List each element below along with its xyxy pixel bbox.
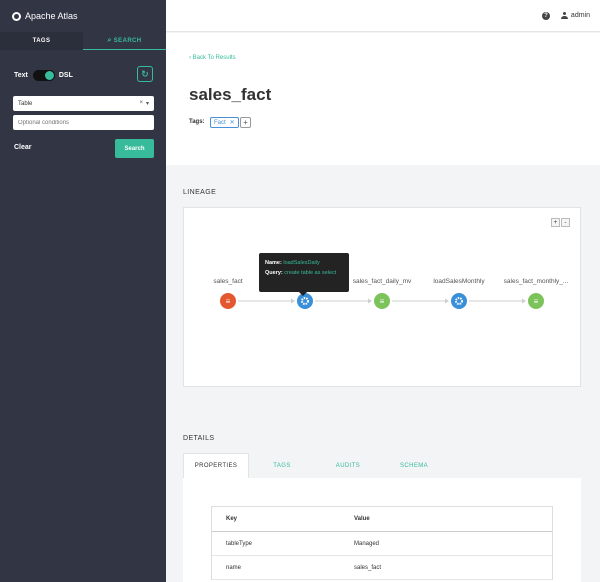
top-bar: ? admin [166,0,600,32]
tab-tags[interactable]: TAGS [0,32,83,50]
row-key: name [226,564,242,571]
lineage-panel: + - ≡ sales_fact ≡ sales_fact_daily_mv loadS… [183,207,581,387]
remove-tag-icon[interactable]: ✕ [230,119,235,126]
table-icon: ≡ [534,297,539,306]
table-icon: ≡ [226,297,231,306]
app-title: Apache Atlas [25,11,78,21]
question-circle-icon[interactable]: ? [542,12,550,20]
tags-label: Tags: [189,119,205,125]
properties-table: Key Value tableType Managed name sales_f… [211,506,553,580]
add-tag-button[interactable]: + [240,117,251,128]
entity-header: ‹ Back To Results sales_fact Tags: Fact … [166,33,600,165]
toggle-text-label: Text [14,71,28,79]
column-header-value: Value [354,516,370,522]
column-header-key: Key [226,516,238,522]
toggle-knob [44,70,54,80]
sidebar: Apache Atlas TAGS ⌕ SEARCH Text DSL ↻ Ta… [0,0,166,582]
atlas-logo-icon [12,11,21,21]
row-value: sales_fact [354,564,382,571]
tab-tags-label: TAGS [32,38,51,44]
type-select-value: Table [18,100,33,107]
tab-tags-details[interactable]: TAGS [249,453,315,478]
back-to-results-link[interactable]: ‹ Back To Results [189,55,236,61]
app-brand[interactable]: Apache Atlas [0,0,166,32]
table-row: tableType Managed [212,532,552,556]
lineage-edge-arrow [368,298,372,304]
table-header: Key Value [212,507,552,532]
lineage-edge-arrow [291,298,295,304]
chevron-left-icon: ‹ [189,55,191,61]
tooltip-query-value: create table as select [284,270,337,276]
back-label: Back To Results [192,55,236,61]
lineage-process-node[interactable]: loadSalesMonthly [433,278,485,309]
details-panel: Key Value tableType Managed name sales_f… [183,478,581,582]
chevron-down-icon: ▾ [145,101,149,107]
table-icon: ≡ [380,297,385,306]
tooltip-name-label: Name: [265,260,282,266]
search-button[interactable]: Search [115,139,154,158]
tooltip-query-label: Query: [265,270,283,276]
lineage-node-label: sales_fact_monthly_... [504,278,569,285]
lineage-table-node[interactable]: ≡ sales_fact_daily_mv [353,278,412,309]
tab-properties[interactable]: PROPERTIES [183,453,249,478]
clear-button[interactable]: Clear [14,144,32,151]
tab-search[interactable]: ⌕ SEARCH [83,32,166,50]
details-tabs: PROPERTIES TAGS AUDITS SCHEMA [183,453,581,478]
search-icon: ⌕ [107,36,112,44]
lineage-heading: LINEAGE [183,189,217,196]
tag-chip[interactable]: Fact ✕ [210,117,239,128]
search-mode-toggle[interactable] [32,69,55,81]
user-name: admin [570,12,590,19]
toggle-dsl-label: DSL [58,71,73,79]
tab-audits[interactable]: AUDITS [315,453,381,478]
lineage-tooltip: Name: loadSalesDaily Query: create table… [259,253,349,296]
sidebar-tabs: TAGS ⌕ SEARCH [0,32,166,50]
page-title: sales_fact [189,85,272,104]
tab-schema[interactable]: SCHEMA [381,453,447,478]
lineage-table-node[interactable]: ≡ sales_fact [213,278,243,309]
row-value: Managed [354,540,380,547]
search-mode-toggle-row: Text DSL ↻ [14,66,153,84]
table-row: name sales_fact [212,556,552,580]
clear-select-icon[interactable]: × [139,100,143,107]
lineage-node-label: sales_fact_daily_mv [353,278,412,285]
user-icon [560,12,568,19]
lineage-edge-arrow [522,298,526,304]
row-key: tableType [226,540,253,547]
lineage-edge-arrow [445,298,449,304]
type-select[interactable]: Table × ▾ [13,96,154,111]
lineage-node-label: sales_fact [213,278,242,285]
refresh-icon: ↻ [141,68,149,79]
details-heading: DETAILS [183,435,215,442]
lineage-graph: ≡ sales_fact ≡ sales_fact_daily_mv loadSales… [213,278,569,309]
lineage-node-label: loadSalesMonthly [433,278,485,285]
refresh-button[interactable]: ↻ [137,66,153,82]
user-menu[interactable]: admin [560,12,590,19]
conditions-input[interactable] [13,115,154,130]
tooltip-name-value: loadSalesDaily [283,260,320,266]
tag-name: Fact [214,119,226,126]
tab-search-label: SEARCH [113,37,142,44]
lineage-table-node[interactable]: ≡ sales_fact_monthly_... [504,278,569,309]
lineage-node-circle [451,293,467,309]
